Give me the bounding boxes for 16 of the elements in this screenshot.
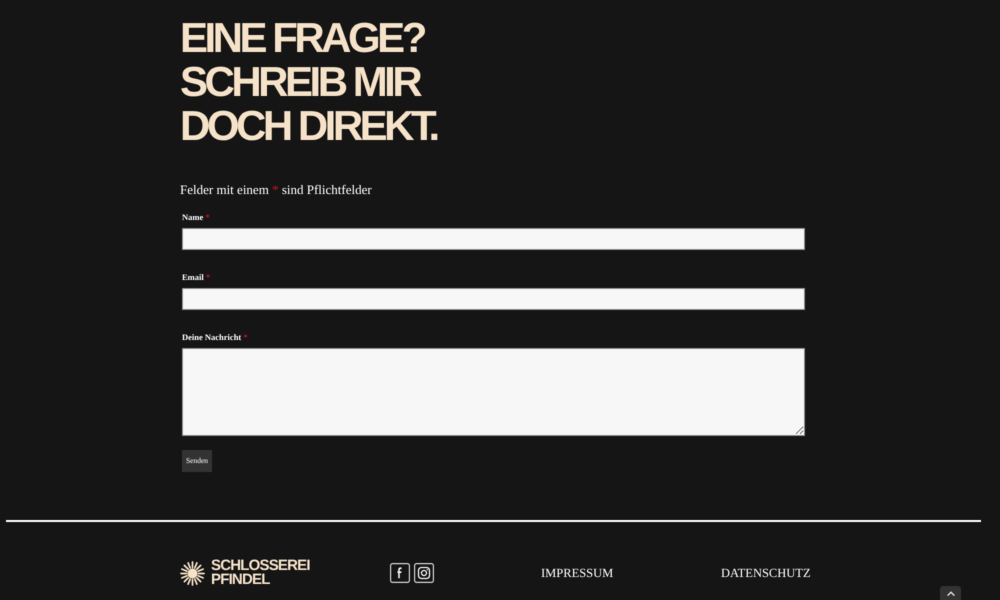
field-label: Email * xyxy=(182,271,210,283)
caret-up-icon xyxy=(946,591,954,596)
instagram-icon[interactable] xyxy=(414,563,434,583)
input-field[interactable] xyxy=(182,288,805,310)
sunburst-logo-icon xyxy=(180,560,205,586)
facebook-icon[interactable] xyxy=(390,563,410,583)
textarea-field[interactable] xyxy=(182,348,805,436)
footer-link[interactable]: DATENSCHUTZ xyxy=(721,564,811,582)
scroll-top-button[interactable] xyxy=(940,586,961,600)
footer-link[interactable]: IMPRESSUM xyxy=(541,564,614,582)
page-heading: EINE FRAGE? SCHREIB MIR DOCH DIREKT. xyxy=(180,16,437,148)
field-label: Deine Nachricht * xyxy=(182,331,248,343)
logo-wordmark: SCHLOSSEREI PFINDEL xyxy=(211,559,310,587)
input-field[interactable] xyxy=(182,228,805,250)
field-label: Name * xyxy=(182,211,210,223)
required-note: Felder mit einem * sind Pflichtfelder xyxy=(180,181,372,199)
